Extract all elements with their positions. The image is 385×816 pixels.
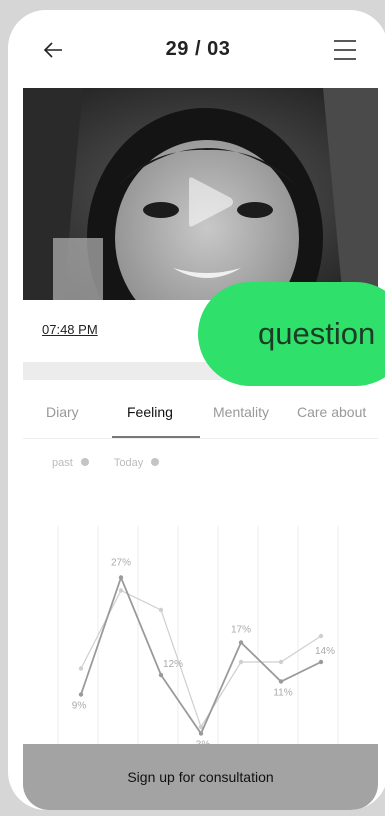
data-point-today-3 [198,731,204,736]
tab-bar: Diary Feeling Mentality Care about [23,396,378,439]
recording-time: 07:48 PM [42,322,98,337]
data-point-today-6 [318,659,324,665]
question-button[interactable]: question [198,282,385,386]
data-label-5: 11% [273,688,292,699]
top-bar: 29 / 03 [8,10,385,94]
data-point-past-5 [278,659,284,665]
consultation-button[interactable]: Sign up for consultation [23,744,378,810]
data-point-today-5 [278,679,284,684]
hamburger-menu-icon[interactable] [332,38,358,62]
legend-past-label: past [52,457,73,469]
tab-care-about[interactable]: Care about [297,404,366,420]
data-point-past-4 [238,659,244,665]
legend-today: Today [113,457,160,469]
data-label-1: 27% [111,558,131,569]
series-line-today [80,574,322,736]
video-player[interactable] [23,88,378,300]
tab-diary[interactable]: Diary [46,404,79,420]
tab-feeling[interactable]: Feeling [127,404,173,420]
data-point-today-4 [238,640,244,645]
data-label-0: 9% [72,701,87,712]
data-label-6: 14% [315,646,335,657]
data-point-today-0 [78,692,84,697]
series-line-past [80,589,322,729]
phone-screen: 29 / 03 07:48 PM question Diary Feeling … [8,10,385,810]
legend-today-label: Today [113,457,144,469]
data-point-past-0 [78,666,84,671]
data-point-past-6 [318,633,324,639]
play-icon[interactable] [181,174,237,230]
page-title: 29 / 03 [165,38,231,60]
data-point-past-2 [158,607,164,613]
legend-past: past [52,457,89,469]
active-tab-indicator [112,436,200,438]
data-point-today-2 [158,672,164,678]
data-point-past-1 [118,588,124,593]
chart-legend: past Today [52,457,181,469]
tab-mentality[interactable]: Mentality [213,404,269,420]
data-point-today-1 [118,575,124,580]
feeling-line-chart: 9%27%12%3%17%11%14% [57,526,339,751]
data-label-4: 17% [231,625,251,636]
legend-today-dot [151,458,160,466]
legend-past-dot [80,458,89,466]
data-label-2: 12% [163,659,183,670]
